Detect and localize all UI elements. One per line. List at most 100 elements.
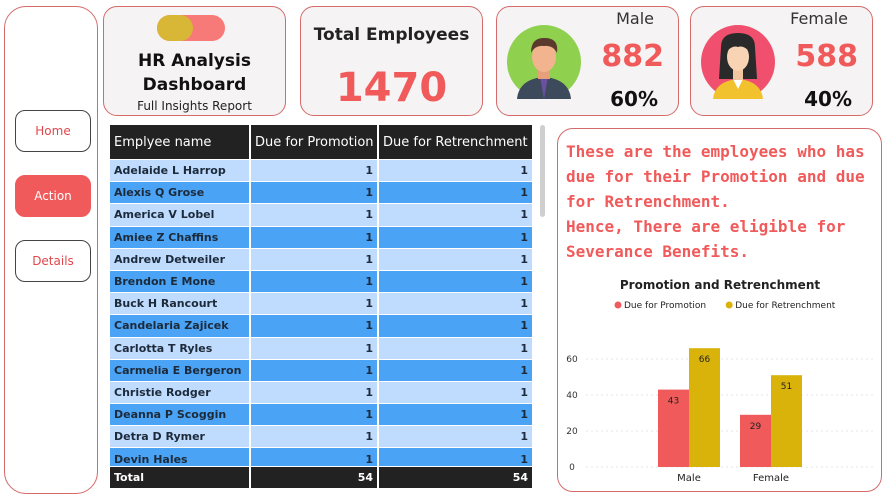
column-header-promotion[interactable]: Due for Promotion bbox=[251, 125, 379, 159]
employee-name-cell: Alexis Q Grose bbox=[110, 182, 251, 205]
table-footer: Total 54 54 bbox=[110, 467, 534, 488]
retrenchment-cell: 1 bbox=[379, 270, 534, 294]
column-header-name[interactable]: Emplyee name bbox=[110, 125, 251, 159]
employee-name-cell: Carlotta T Ryles bbox=[110, 337, 251, 360]
promotion-cell: 1 bbox=[251, 270, 379, 294]
employee-name-cell: Carmelia E Bergeron bbox=[110, 359, 251, 382]
promotion-retrenchment-chart: Promotion and Retrenchment Due for Promot… bbox=[566, 278, 876, 484]
promotion-cell: 1 bbox=[251, 204, 379, 227]
employee-name-cell: Deanna P Scoggin bbox=[110, 404, 251, 427]
retrenchment-cell: 1 bbox=[379, 359, 534, 382]
male-avatar-icon bbox=[507, 25, 581, 99]
bar bbox=[689, 348, 720, 467]
toggle-knob bbox=[157, 15, 193, 41]
column-header-retrenchment[interactable]: Due for Retrenchment bbox=[379, 125, 534, 159]
bar-data-label: 29 bbox=[750, 422, 762, 432]
title-line-1: HR Analysis bbox=[138, 51, 251, 71]
table-row[interactable]: America V Lobel 1 1 bbox=[110, 204, 534, 227]
retrenchment-cell: 1 bbox=[379, 182, 534, 205]
retrenchment-cell: 1 bbox=[379, 426, 534, 449]
footer-total-label: Total bbox=[110, 467, 251, 488]
title-line-2: Dashboard bbox=[142, 75, 247, 95]
retrenchment-cell: 1 bbox=[379, 248, 534, 271]
retrenchment-cell: 1 bbox=[379, 204, 534, 227]
retrenchment-cell: 1 bbox=[379, 226, 534, 249]
retrenchment-cell: 1 bbox=[379, 448, 534, 466]
table-row[interactable]: Alexis Q Grose 1 1 bbox=[110, 182, 534, 205]
female-count: 588 bbox=[795, 39, 858, 74]
promotion-cell: 1 bbox=[251, 160, 379, 183]
title-card: HR Analysis Dashboard Full Insights Repo… bbox=[103, 6, 286, 116]
employee-name-cell: Amiee Z Chaffins bbox=[110, 226, 251, 249]
table-header: Emplyee name Due for Promotion Due for R… bbox=[110, 125, 534, 159]
table-row[interactable]: Adelaide L Harrop 1 1 bbox=[110, 160, 534, 183]
table-row[interactable]: Amiee Z Chaffins 1 1 bbox=[110, 226, 534, 249]
total-employees-label: Total Employees bbox=[313, 25, 470, 45]
page-title: HR Analysis Dashboard bbox=[104, 49, 285, 97]
retrenchment-cell: 1 bbox=[379, 160, 534, 183]
employee-name-cell: Adelaide L Harrop bbox=[110, 160, 251, 183]
promotion-cell: 1 bbox=[251, 315, 379, 338]
retrenchment-cell: 1 bbox=[379, 381, 534, 405]
y-tick-label: 40 bbox=[566, 391, 578, 401]
nav-panel: Home Action Details bbox=[4, 6, 98, 494]
table-row[interactable]: Buck H Rancourt 1 1 bbox=[110, 293, 534, 316]
x-tick-label: Female bbox=[753, 473, 789, 484]
male-label: Male bbox=[616, 9, 654, 28]
promotion-cell: 1 bbox=[251, 381, 379, 405]
employee-name-cell: Andrew Detweiler bbox=[110, 248, 251, 271]
insight-panel: These are the employees who has due for … bbox=[557, 128, 882, 492]
male-percent: 60% bbox=[610, 87, 658, 111]
table-row[interactable]: Devin Hales 1 1 bbox=[110, 448, 534, 466]
employee-table: Emplyee name Due for Promotion Due for R… bbox=[108, 125, 546, 488]
promotion-cell: 1 bbox=[251, 448, 379, 466]
female-label: Female bbox=[790, 9, 848, 28]
footer-promotion-total: 54 bbox=[251, 467, 379, 488]
total-employees-card: Total Employees 1470 bbox=[300, 6, 483, 116]
retrenchment-cell: 1 bbox=[379, 315, 534, 338]
legend-label: Due for Retrenchment bbox=[735, 301, 836, 311]
bar-data-label: 51 bbox=[781, 382, 792, 392]
female-card: Female 588 40% bbox=[690, 6, 873, 116]
nav-action-button[interactable]: Action bbox=[15, 175, 91, 217]
employee-name-cell: Christie Rodger bbox=[110, 381, 251, 405]
footer-retrenchment-total: 54 bbox=[379, 467, 534, 488]
table-row[interactable]: Carlotta T Ryles 1 1 bbox=[110, 337, 534, 360]
female-percent: 40% bbox=[804, 87, 852, 111]
table-row[interactable]: Candelaria Zajicek 1 1 bbox=[110, 315, 534, 338]
employee-name-cell: Devin Hales bbox=[110, 448, 251, 466]
promotion-cell: 1 bbox=[251, 293, 379, 316]
table-row[interactable]: Brendon E Mone 1 1 bbox=[110, 270, 534, 294]
employee-name-cell: Candelaria Zajicek bbox=[110, 315, 251, 338]
bar-data-label: 43 bbox=[668, 397, 679, 407]
page-subtitle: Full Insights Report bbox=[137, 99, 252, 113]
y-tick-label: 60 bbox=[566, 355, 578, 365]
bar-data-label: 66 bbox=[699, 355, 711, 365]
female-avatar-icon bbox=[701, 25, 775, 99]
toggle-switch[interactable] bbox=[157, 15, 225, 41]
total-employees-value: 1470 bbox=[335, 65, 448, 111]
promotion-cell: 1 bbox=[251, 426, 379, 449]
employee-name-cell: Detra D Rymer bbox=[110, 426, 251, 449]
table-scrollbar[interactable] bbox=[540, 125, 545, 217]
table-row[interactable]: Deanna P Scoggin 1 1 bbox=[110, 404, 534, 427]
retrenchment-cell: 1 bbox=[379, 404, 534, 427]
employee-name-cell: Brendon E Mone bbox=[110, 270, 251, 294]
table-row[interactable]: Andrew Detweiler 1 1 bbox=[110, 248, 534, 271]
promotion-cell: 1 bbox=[251, 248, 379, 271]
y-tick-label: 20 bbox=[566, 427, 578, 437]
table-row[interactable]: Carmelia E Bergeron 1 1 bbox=[110, 359, 534, 382]
insight-message-line: Hence, There are eligible for Severance … bbox=[566, 217, 846, 261]
nav-home-button[interactable]: Home bbox=[15, 110, 91, 152]
retrenchment-cell: 1 bbox=[379, 293, 534, 316]
promotion-cell: 1 bbox=[251, 226, 379, 249]
male-count: 882 bbox=[601, 39, 664, 74]
table-row[interactable]: Detra D Rymer 1 1 bbox=[110, 426, 534, 449]
legend-marker bbox=[614, 301, 622, 309]
promotion-cell: 1 bbox=[251, 359, 379, 382]
promotion-cell: 1 bbox=[251, 337, 379, 360]
table-body[interactable]: Adelaide L Harrop 1 1 Alexis Q Grose 1 1 Ameri… bbox=[110, 160, 534, 466]
employee-name-cell: America V Lobel bbox=[110, 204, 251, 227]
nav-details-button[interactable]: Details bbox=[15, 240, 91, 282]
table-row[interactable]: Christie Rodger 1 1 bbox=[110, 381, 534, 405]
